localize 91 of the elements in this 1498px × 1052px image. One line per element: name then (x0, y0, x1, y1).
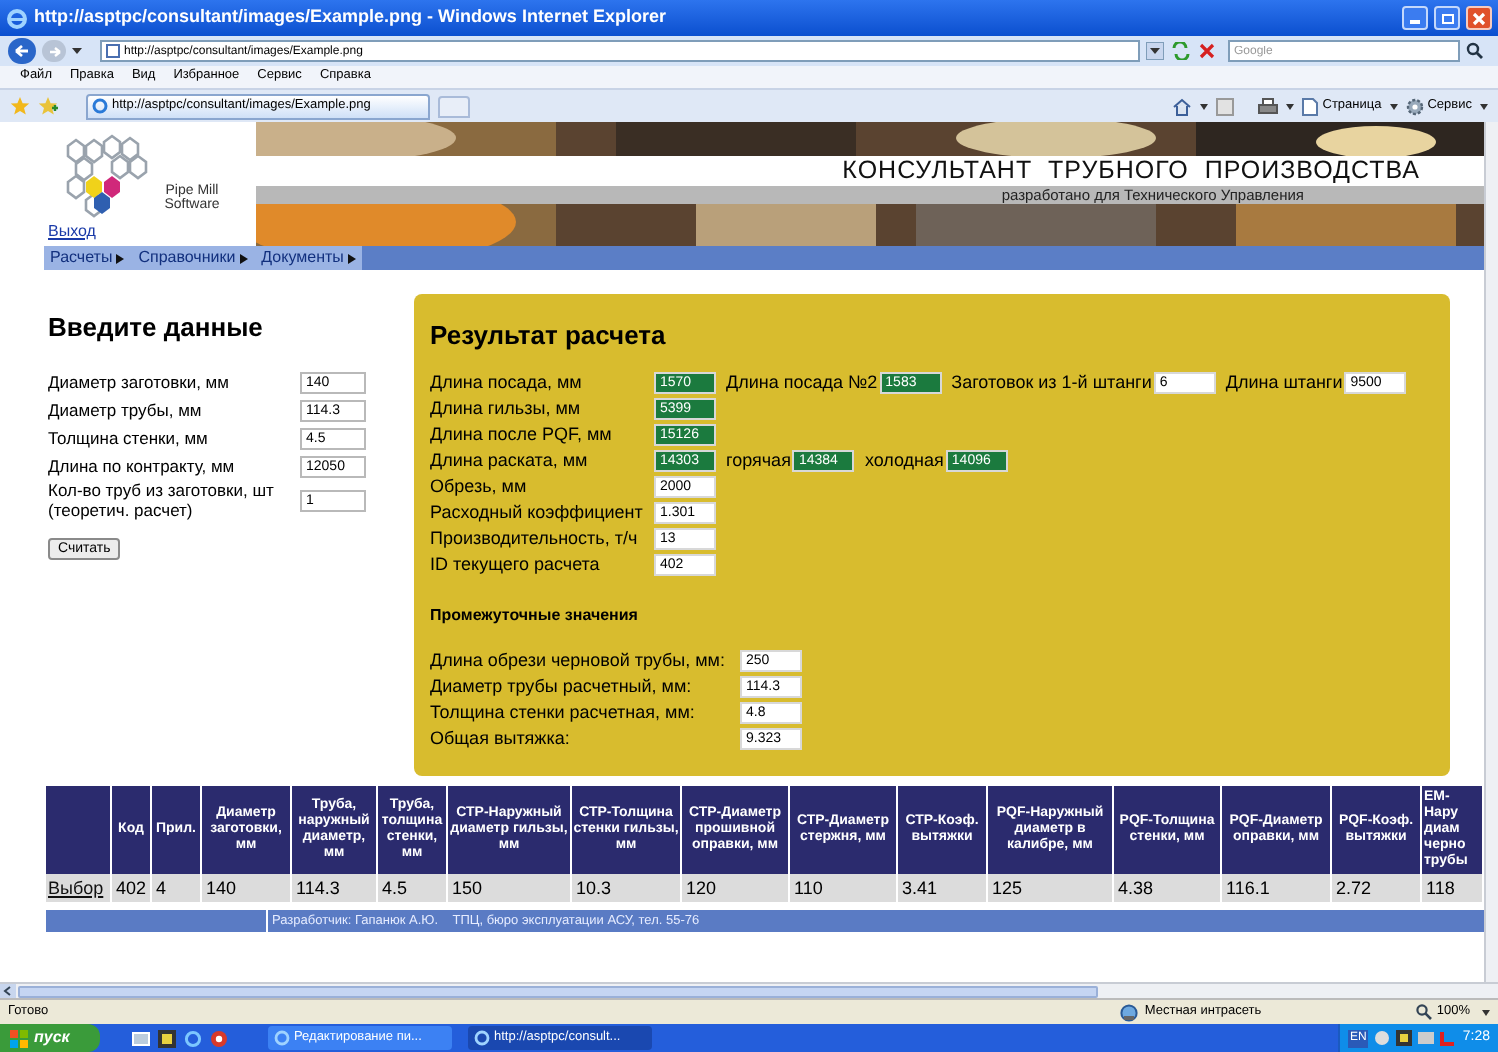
app-icon (274, 1030, 290, 1046)
field-label: Толщина стенки расчетная, мм: (430, 704, 697, 722)
app-icon (474, 1030, 490, 1046)
caret-icon[interactable] (1286, 103, 1295, 109)
field-label: Толщина стенки, мм (48, 428, 210, 448)
table-cell: 10.3 (572, 874, 682, 902)
star-icon[interactable] (10, 96, 30, 116)
back-arrow-icon (14, 44, 30, 58)
site-title: КОНСУЛЬТАНТ ТРУБНОГО ПРОИЗВОДСТВА (842, 158, 1420, 184)
desktop-icon[interactable] (132, 1029, 150, 1047)
horizontal-scrollbar[interactable] (0, 982, 1498, 998)
table-cell: 3.41 (898, 874, 988, 902)
section-title: Результат расчета (430, 320, 668, 350)
start-button[interactable]: пуск (0, 1024, 100, 1052)
header-cell (46, 786, 112, 874)
field-label: Длина по контракту, мм (48, 456, 237, 476)
search-icon[interactable] (1466, 42, 1484, 60)
table-cell: 4.5 (378, 874, 448, 902)
caret-icon[interactable] (1482, 1009, 1490, 1015)
magnifier-icon (1416, 1004, 1433, 1020)
table-cell: 150 (448, 874, 572, 902)
close-icon (1472, 11, 1486, 25)
field-label: Длина посада №2 (726, 374, 878, 392)
subsection-title: Промежуточные значения (430, 606, 640, 626)
table-cell: 4.38 (1114, 874, 1222, 902)
section-title: Введите данные (48, 312, 265, 344)
field-label: Длина раската, мм (430, 452, 590, 470)
logout-link[interactable]: Выход (48, 222, 96, 242)
table-cell: 4 (152, 874, 202, 902)
back-button[interactable] (8, 38, 36, 64)
browser-icon (92, 98, 108, 114)
select-link[interactable]: Выбор (46, 874, 112, 902)
browser-icon (6, 7, 28, 29)
caret-icon[interactable] (1389, 103, 1398, 109)
caret-icon (239, 253, 248, 263)
field-label: Длина после PQF, мм (430, 426, 614, 444)
table-cell: 2.72 (1332, 874, 1422, 902)
field-label: Диаметр трубы, мм (48, 400, 204, 420)
field-label: Кол-во труб из заготовки, шт (теоретич. расчет) (48, 480, 276, 520)
feed-icon[interactable] (1216, 97, 1235, 115)
forward-arrow-icon (47, 45, 61, 57)
field-label: Длина обрези черновой трубы, мм: (430, 652, 727, 670)
windows-logo-icon (10, 1029, 28, 1047)
home-icon[interactable] (1172, 97, 1193, 115)
field-label: Общая вытяжка: (430, 730, 572, 748)
dropdown-icon[interactable] (72, 48, 82, 54)
field-label: горячая (726, 452, 791, 470)
scroll-thumb[interactable] (18, 985, 1098, 997)
page-icon (106, 44, 120, 58)
field-label: Расходный коэффициент (430, 504, 645, 522)
vertical-scrollbar[interactable] (1484, 122, 1498, 982)
maximize-button[interactable] (1434, 6, 1460, 30)
settings-icon (1405, 97, 1424, 115)
stop-icon[interactable] (1198, 42, 1216, 60)
field-label: Длина посада, мм (430, 374, 584, 392)
field-label: холодная (864, 452, 944, 470)
field-label: Производительность, т/ч (430, 530, 640, 548)
caret-icon[interactable] (1200, 103, 1209, 109)
nav-menu-item[interactable]: Документы (261, 246, 356, 270)
table-cell: 118 (1422, 874, 1484, 902)
field-label: Заготовок из 1-й штанги (951, 374, 1152, 392)
caret-icon (116, 253, 125, 263)
caret-icon[interactable] (1480, 103, 1488, 109)
globe-icon (1120, 1003, 1139, 1021)
page-icon (1302, 97, 1319, 115)
field-label: Обрезь, мм (430, 478, 529, 496)
print-icon[interactable] (1258, 97, 1279, 115)
window-title: http://asptpc/consultant/images/Example.png - Windows Internet Explorer (34, 4, 668, 31)
star-plus-icon[interactable] (38, 96, 58, 116)
table-cell: 110 (790, 874, 898, 902)
table-cell: 125 (988, 874, 1114, 902)
field-label: ID текущего расчета (430, 556, 602, 574)
field-label: Длина штанги (1225, 374, 1343, 392)
app-icon[interactable] (210, 1029, 228, 1047)
field-label: Длина гильзы, мм (430, 400, 583, 418)
table-cell: 116.1 (1222, 874, 1332, 902)
table-cell: 402 (112, 874, 152, 902)
field-label: Диаметр трубы расчетный, мм: (430, 678, 694, 696)
app-icon[interactable] (158, 1029, 176, 1047)
caret-icon (347, 253, 356, 263)
dropdown-icon[interactable] (1146, 42, 1164, 60)
field-label: Диаметр заготовки, мм (48, 372, 231, 392)
scroll-left-icon[interactable] (0, 984, 16, 998)
minimize-button[interactable] (1402, 6, 1428, 30)
nav-menu-item[interactable]: Расчеты (50, 246, 125, 270)
nav-menu-item[interactable]: Справочники (138, 246, 248, 270)
table-cell: 140 (202, 874, 292, 902)
browser-icon[interactable] (184, 1029, 202, 1047)
table-cell: 114.3 (292, 874, 378, 902)
table-cell: 120 (682, 874, 790, 902)
close-button[interactable] (1466, 6, 1492, 30)
